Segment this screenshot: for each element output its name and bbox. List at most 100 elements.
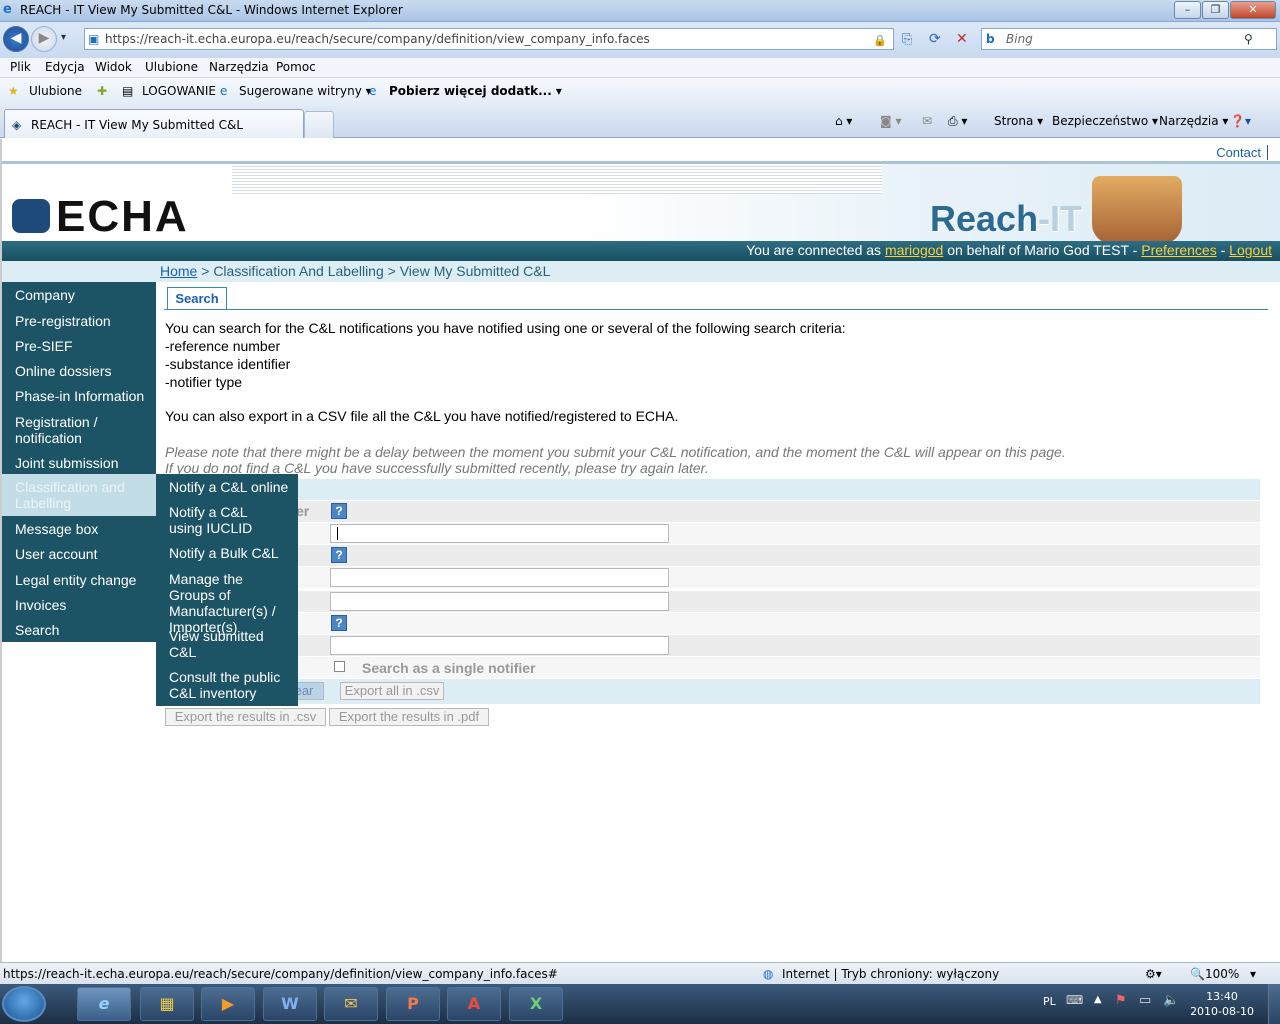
submenu-notify-online[interactable]: Notify a C&L online bbox=[156, 479, 298, 495]
status-zone[interactable]: Internet | Tryb chroniony: wyłączony bbox=[782, 967, 999, 981]
sidebar-item-online-dossiers[interactable]: Online dossiers bbox=[2, 363, 156, 379]
sidebar-item-invoices[interactable]: Invoices bbox=[2, 597, 156, 613]
notifier-input[interactable] bbox=[330, 636, 669, 655]
submenu-notify-bulk[interactable]: Notify a Bulk C&L bbox=[156, 545, 298, 561]
form-row: ? bbox=[164, 545, 1260, 566]
zoom-dropdown-icon[interactable]: ▾ bbox=[1250, 967, 1256, 981]
help-icon[interactable]: ? bbox=[331, 615, 347, 631]
sidebar-item-phase-in[interactable]: Phase-in Information bbox=[2, 388, 156, 404]
sidebar-item-registration[interactable]: Registration / notification bbox=[2, 414, 112, 446]
search-input[interactable]: Bing b ⚲ bbox=[981, 28, 1277, 50]
sidebar-item-classification[interactable]: Classification and Labelling bbox=[2, 474, 156, 516]
submenu-notify-iuclid[interactable]: Notify a C&L using IUCLID bbox=[156, 504, 281, 536]
tab-search[interactable]: Search bbox=[167, 287, 227, 310]
security-status-icon[interactable]: ⚙▾ bbox=[1145, 967, 1162, 981]
sidebar-item-search[interactable]: Search bbox=[2, 622, 156, 638]
show-desktop-button[interactable] bbox=[1268, 984, 1280, 1024]
sidebar-item-company[interactable]: Company bbox=[2, 287, 156, 303]
help-icon[interactable]: ? bbox=[331, 503, 347, 519]
help-icon[interactable]: ❓▾ bbox=[1230, 114, 1251, 128]
favorite-suggested-sites[interactable]: Sugerowane witryny ▾ bbox=[239, 84, 372, 98]
taskbar-word-icon[interactable]: W bbox=[263, 987, 317, 1021]
favorites-star-icon[interactable]: ★ bbox=[8, 84, 19, 98]
menu-file[interactable]: Plik bbox=[10, 60, 31, 74]
back-button[interactable]: ◀ bbox=[3, 26, 29, 52]
sidebar-item-joint-submission[interactable]: Joint submission bbox=[2, 455, 156, 471]
close-button[interactable]: ✕ bbox=[1230, 1, 1276, 19]
rss-icon[interactable]: ◙ ▾ bbox=[880, 114, 901, 128]
sidebar-item-pre-sief[interactable]: Pre-SIEF bbox=[2, 338, 156, 354]
preferences-link[interactable]: Preferences bbox=[1141, 242, 1216, 258]
forward-button[interactable]: ▶ bbox=[31, 26, 57, 52]
keyboard-icon[interactable]: ⌨ bbox=[1066, 993, 1083, 1007]
echa-logo[interactable]: ECHA bbox=[12, 192, 189, 242]
taskbar-acrobat-icon[interactable]: A bbox=[447, 987, 501, 1021]
menu-view[interactable]: Widok bbox=[95, 60, 132, 74]
favorite-logowanie[interactable]: LOGOWANIE bbox=[142, 84, 216, 98]
menu-edit[interactable]: Edycja bbox=[45, 60, 85, 74]
taskbar-ie-icon[interactable]: e bbox=[77, 987, 131, 1021]
substance-number-input[interactable] bbox=[330, 592, 669, 611]
form-row: er ? bbox=[164, 501, 1260, 522]
home-icon[interactable]: ⌂ ▾ bbox=[835, 114, 852, 128]
tray-expand-icon[interactable]: ▲ bbox=[1094, 994, 1102, 1005]
help-icon[interactable]: ? bbox=[331, 547, 347, 563]
breadcrumb-home[interactable]: Home bbox=[160, 263, 197, 279]
reference-number-input[interactable] bbox=[330, 524, 669, 543]
volume-icon[interactable]: 🔈 bbox=[1163, 993, 1179, 1008]
submenu-view-submitted[interactable]: View submitted C&L bbox=[156, 628, 268, 660]
network-icon[interactable]: ▭ bbox=[1139, 993, 1151, 1008]
refresh-icon[interactable]: ⟳ bbox=[929, 31, 941, 47]
action-center-icon[interactable]: ⚑ bbox=[1115, 993, 1127, 1008]
taskbar-media-icon[interactable]: ▶ bbox=[201, 987, 255, 1021]
favorite-get-addons[interactable]: Pobierz więcej dodatk... ▾ bbox=[389, 84, 562, 98]
menu-bar: Plik Edycja Widok Ulubione Narzędzia Pom… bbox=[0, 58, 1280, 78]
lock-icon[interactable]: 🔒 bbox=[873, 31, 887, 49]
flask-image bbox=[1092, 176, 1182, 244]
taskbar-powerpoint-icon[interactable]: P bbox=[386, 987, 440, 1021]
maximize-button[interactable]: ❐ bbox=[1202, 1, 1229, 19]
sidebar-item-user-account[interactable]: User account bbox=[2, 546, 156, 562]
print-icon[interactable]: ⎙ ▾ bbox=[948, 114, 967, 129]
menu-help[interactable]: Pomoc bbox=[276, 60, 316, 74]
sidebar-item-legal-entity[interactable]: Legal entity change bbox=[2, 572, 156, 588]
zoom-level[interactable]: 100% bbox=[1205, 967, 1239, 981]
single-notifier-checkbox[interactable] bbox=[334, 661, 345, 672]
taskbar-excel-icon[interactable]: X bbox=[509, 987, 563, 1021]
logout-link[interactable]: Logout bbox=[1229, 242, 1272, 258]
language-indicator[interactable]: PL bbox=[1043, 995, 1056, 1008]
safety-menu[interactable]: Bezpieczeństwo ▾ bbox=[1052, 114, 1158, 128]
add-favorite-icon[interactable]: ✚ bbox=[97, 84, 107, 98]
clock-time: 13:40 bbox=[1206, 990, 1238, 1003]
menu-tools[interactable]: Narzędzia bbox=[209, 60, 269, 74]
browser-tab-active[interactable]: ◈ REACH - IT View My Submitted C&L bbox=[4, 109, 304, 138]
taskbar-explorer-icon[interactable]: ▦ bbox=[140, 987, 194, 1021]
submenu-consult-inventory[interactable]: Consult the public C&L inventory bbox=[156, 669, 281, 701]
export-csv-button[interactable]: Export the results in .csv bbox=[165, 708, 326, 726]
menu-favorites[interactable]: Ulubione bbox=[145, 60, 198, 74]
username-link[interactable]: mariogod bbox=[885, 242, 943, 258]
tools-menu[interactable]: Narzędzia ▾ bbox=[1159, 114, 1228, 128]
contact-link[interactable]: Contact bbox=[1216, 145, 1268, 160]
sidebar-item-message-box[interactable]: Message box bbox=[2, 521, 156, 537]
page-menu[interactable]: Strona ▾ bbox=[994, 114, 1043, 128]
zoom-icon: 🔍 bbox=[1190, 967, 1205, 981]
minimize-button[interactable]: – bbox=[1174, 1, 1201, 19]
taskbar-outlook-icon[interactable]: ✉ bbox=[324, 987, 378, 1021]
address-input[interactable]: https://reach-it.echa.europa.eu/reach/se… bbox=[84, 28, 894, 50]
start-button[interactable] bbox=[2, 986, 46, 1022]
submenu-manage-groups[interactable]: Manage the Groups of Manufacturer(s) / I… bbox=[156, 571, 291, 635]
text-cursor bbox=[337, 527, 338, 540]
new-tab-button[interactable] bbox=[304, 111, 334, 138]
search-icon[interactable]: ⚲ bbox=[1244, 29, 1253, 49]
clock[interactable]: 13:40 2010-08-10 bbox=[1190, 989, 1254, 1019]
substance-name-input[interactable] bbox=[330, 568, 669, 587]
compatibility-icon[interactable]: ⎘ bbox=[902, 32, 912, 47]
export-all-button[interactable]: Export all in .csv bbox=[340, 682, 444, 700]
favorites-button[interactable]: Ulubione bbox=[29, 84, 82, 98]
sidebar-item-pre-registration[interactable]: Pre-registration bbox=[2, 313, 156, 329]
mail-icon[interactable]: ✉ bbox=[922, 114, 932, 128]
stop-icon[interactable]: ✕ bbox=[956, 31, 968, 47]
history-dropdown-icon[interactable]: ▾ bbox=[61, 32, 66, 43]
export-pdf-button[interactable]: Export the results in .pdf bbox=[329, 708, 489, 726]
